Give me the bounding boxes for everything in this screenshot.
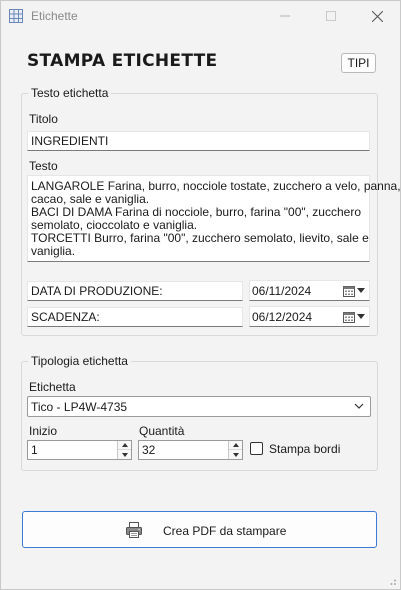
stepper-value: 32 (142, 443, 156, 457)
textarea-line: TORCETTI Burro, farina "00", zucchero se… (31, 231, 369, 245)
titolo-label: Titolo (29, 112, 58, 126)
arrow-up-icon (121, 443, 128, 447)
tipi-button[interactable]: TIPI (341, 53, 376, 73)
inizio-label: Inizio (29, 424, 58, 438)
stampa-bordi-label[interactable]: Stampa bordi (269, 442, 340, 456)
grid-app-icon (9, 9, 23, 23)
etichetta-select[interactable]: Tico - LP4W-4735 (27, 396, 371, 417)
date-value: 06/12/2024 (252, 310, 313, 324)
app-window: Etichette STAMPA ETICHETTE TIPI Testo et… (0, 0, 401, 590)
arrow-up-icon (232, 443, 239, 447)
decrement-button[interactable] (229, 450, 242, 459)
stampa-bordi-checkbox[interactable] (250, 442, 263, 455)
calendar-icon (343, 312, 355, 323)
group-legend: Testo etichetta (28, 86, 112, 100)
maximize-button[interactable] (308, 1, 354, 31)
resize-grip-icon[interactable] (387, 576, 397, 586)
quantita-label: Quantità (139, 424, 185, 438)
window-title: Etichette (31, 9, 78, 23)
arrow-down-icon (121, 452, 128, 457)
calendar-icon (343, 286, 355, 297)
select-value: Tico - LP4W-4735 (31, 400, 128, 414)
inizio-stepper[interactable]: 1 (27, 440, 132, 460)
dropdown-arrow-icon[interactable] (357, 288, 365, 293)
etichetta-label: Etichetta (29, 380, 76, 394)
button-label: Crea PDF da stampare (163, 524, 287, 538)
titolo-input[interactable]: INGREDIENTI (27, 131, 370, 151)
chevron-down-icon (354, 403, 364, 409)
close-icon (371, 10, 383, 22)
printer-icon (126, 522, 142, 538)
decrement-button[interactable] (118, 450, 131, 459)
increment-button[interactable] (118, 441, 131, 450)
data-produzione-datepicker[interactable]: 06/11/2024 (249, 280, 370, 301)
date-value: 06/11/2024 (252, 284, 312, 298)
scadenza-datepicker[interactable]: 06/12/2024 (249, 306, 370, 327)
testo-textarea[interactable]: LANGAROLE Farina, burro, nocciole tostat… (27, 175, 401, 262)
maximize-icon (326, 11, 336, 21)
page-title: STAMPA ETICHETTE (27, 51, 218, 71)
scadenza-field[interactable]: SCADENZA: (27, 307, 243, 327)
increment-button[interactable] (229, 441, 242, 450)
dropdown-arrow-icon[interactable] (357, 314, 365, 319)
crea-pdf-button[interactable]: Crea PDF da stampare (22, 511, 377, 548)
minimize-button[interactable] (262, 1, 308, 31)
group-legend: Tipologia etichetta (28, 354, 131, 368)
textarea-line: vaniglia. (31, 244, 76, 258)
testo-label: Testo (29, 159, 58, 173)
title-bar[interactable]: Etichette (1, 1, 400, 31)
stepper-buttons (228, 441, 242, 459)
stepper-value: 1 (31, 443, 38, 457)
quantita-stepper[interactable]: 32 (138, 440, 243, 460)
minimize-icon (280, 15, 290, 17)
stepper-buttons (117, 441, 131, 459)
arrow-down-icon (232, 452, 239, 457)
close-button[interactable] (354, 1, 400, 31)
data-produzione-field[interactable]: DATA DI PRODUZIONE: (27, 281, 243, 301)
